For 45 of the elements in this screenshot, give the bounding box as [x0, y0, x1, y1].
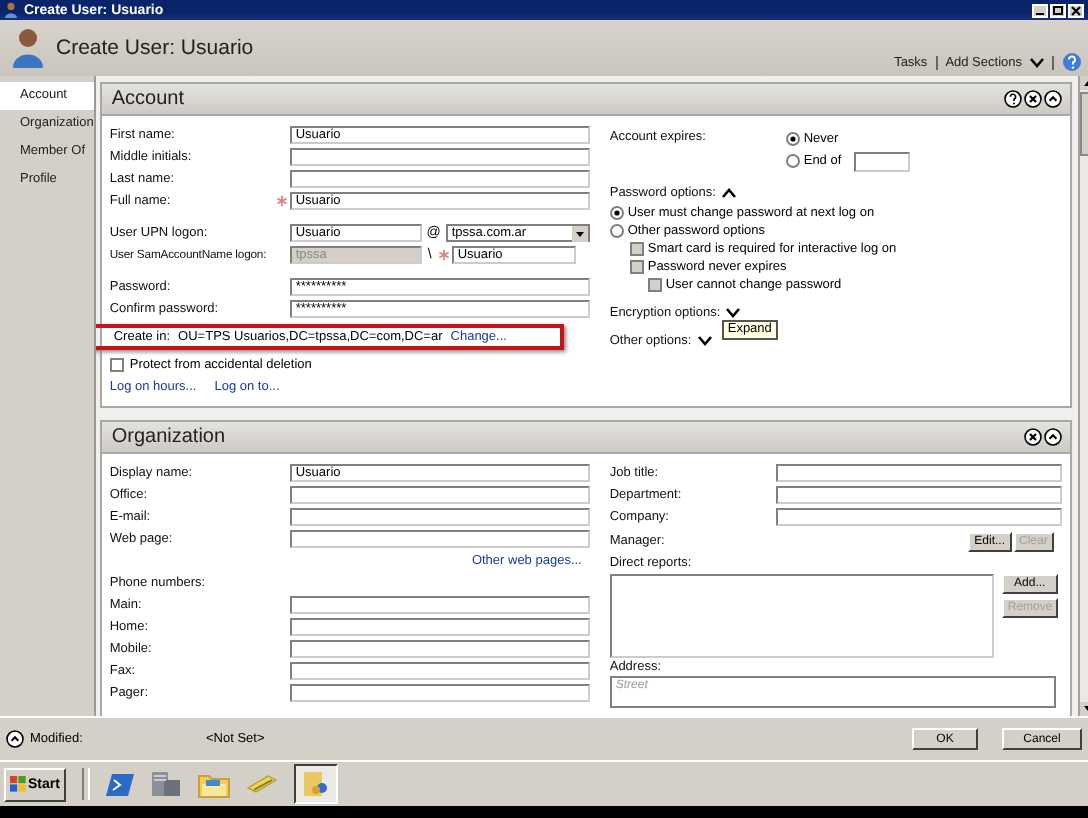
minimize-icon[interactable]: [1032, 3, 1048, 17]
close-icon[interactable]: [1068, 3, 1084, 17]
text-field[interactable]: [289, 507, 590, 527]
checkbox[interactable]: [109, 358, 124, 372]
user-icon: [4, 2, 18, 18]
text-field[interactable]: [289, 617, 590, 637]
text-field[interactable]: [289, 661, 590, 681]
text-field[interactable]: [289, 147, 590, 167]
caret-icon[interactable]: [721, 188, 736, 198]
dropdown-arrow-icon: [571, 225, 588, 241]
expand-icon[interactable]: [6, 730, 24, 748]
help-icon[interactable]: [1003, 90, 1022, 108]
radio-button[interactable]: [609, 206, 624, 220]
taskbar-button[interactable]: [293, 764, 338, 804]
text-field[interactable]: [289, 485, 590, 505]
text-field[interactable]: [289, 169, 590, 189]
page-title: Create User: Usuario: [56, 36, 254, 60]
radio-button[interactable]: [785, 132, 800, 146]
collapse-icon[interactable]: [1043, 90, 1062, 108]
user-icon: [12, 28, 44, 68]
text-field[interactable]: [289, 683, 590, 703]
text-field[interactable]: [775, 463, 1062, 483]
text-field[interactable]: [853, 151, 910, 171]
text-field[interactable]: [289, 639, 590, 659]
section-title: Organization: [111, 426, 226, 448]
text-field[interactable]: [775, 507, 1062, 527]
section-title: Account: [111, 88, 184, 110]
text-field[interactable]: [775, 485, 1062, 505]
text-field[interactable]: [289, 529, 590, 549]
folder-icon[interactable]: [197, 771, 230, 797]
collapse-icon[interactable]: [1043, 428, 1062, 446]
server-icon[interactable]: [149, 770, 182, 798]
caret-icon[interactable]: [1030, 57, 1044, 67]
text-field[interactable]: [289, 595, 590, 615]
windows-logo-icon: [10, 776, 26, 792]
caret-icon[interactable]: [697, 336, 712, 346]
radio-button[interactable]: [609, 224, 624, 238]
directory-icon: [301, 770, 330, 798]
close-icon[interactable]: [1023, 90, 1042, 108]
close-icon[interactable]: [1023, 428, 1042, 446]
direct-reports-list[interactable]: [609, 574, 994, 658]
maximize-icon[interactable]: [1050, 3, 1066, 17]
terminal-icon[interactable]: [105, 771, 134, 797]
radio-button[interactable]: [785, 154, 800, 168]
caret-icon[interactable]: [726, 308, 741, 318]
